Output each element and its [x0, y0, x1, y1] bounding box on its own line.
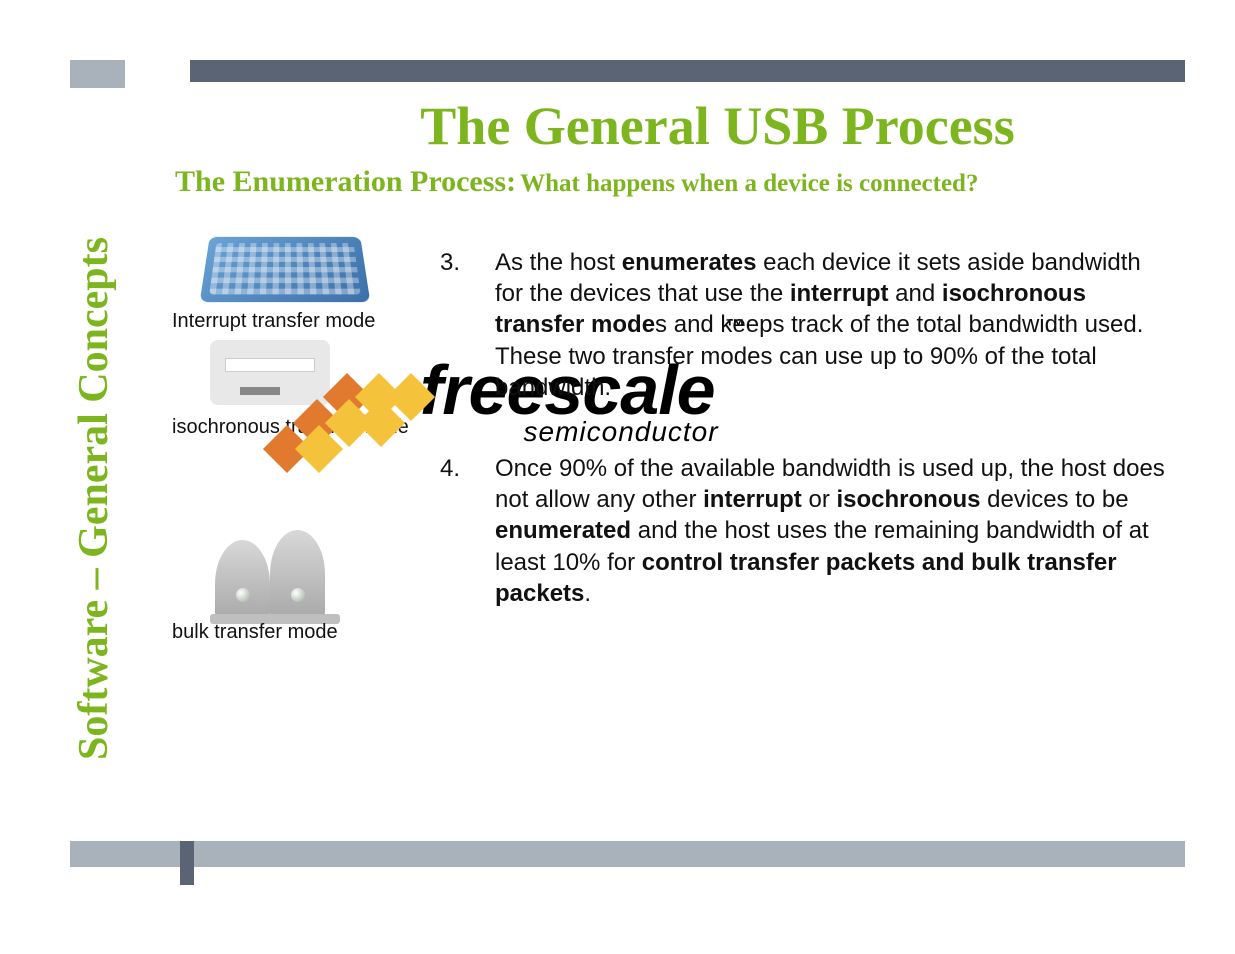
footer-accent	[180, 841, 194, 885]
speakers-illustration	[210, 520, 340, 620]
item-body: As the host enumerates each device it se…	[495, 247, 1175, 403]
footer-bar	[70, 841, 1185, 867]
slide-title: The General USB Process	[250, 95, 1185, 157]
list-item-3: 3. As the host enumerates each device it…	[440, 247, 1175, 403]
keyboard-illustration	[200, 237, 371, 302]
list-item-4: 4. Once 90% of the available bandwidth i…	[440, 453, 1175, 609]
subtitle-follow: What happens when a device is connected?	[520, 170, 978, 197]
item-number: 3.	[440, 247, 495, 403]
subtitle-lead: The Enumeration Process:	[175, 165, 516, 198]
item-body: Once 90% of the available bandwidth is u…	[495, 453, 1175, 609]
isochronous-label: isochronous transfer mode	[172, 416, 409, 439]
content-list: 3. As the host enumerates each device it…	[440, 247, 1175, 659]
bulk-label: bulk transfer mode	[172, 621, 338, 644]
interrupt-label: Interrupt transfer mode	[172, 310, 375, 333]
header-bar	[190, 60, 1185, 82]
side-section-title: Software – General Concepts	[70, 110, 118, 760]
item-number: 4.	[440, 453, 495, 609]
slide-subtitle: The Enumeration Process: What happens wh…	[175, 165, 1195, 199]
printer-illustration	[210, 340, 330, 405]
header-accent-block	[70, 60, 125, 88]
